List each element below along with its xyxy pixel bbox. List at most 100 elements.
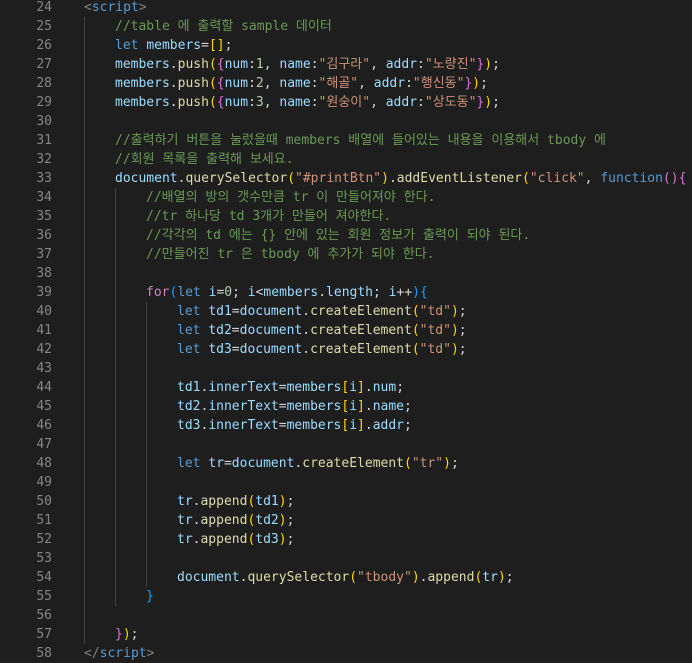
code-token: num (224, 76, 249, 91)
line-number: 41 (36, 323, 52, 338)
line-number: 51 (36, 513, 52, 528)
code-token: td3 (255, 532, 279, 547)
code-line[interactable]: 41 let td2=document.createElement("td"); (0, 321, 692, 340)
code-line[interactable]: 46 td3.innerText=members[i].addr; (0, 416, 692, 435)
code-text: </script> (84, 644, 154, 663)
code-token: = (278, 418, 287, 433)
code-token: () (662, 171, 679, 186)
code-token: script (91, 0, 139, 15)
indent-guide (146, 473, 147, 492)
code-line[interactable]: 35 //tr 하나당 td 3개가 만들어 져야한다. (0, 207, 692, 226)
code-line[interactable]: 27 members.push({num:1, name:"김구라", addr:… (0, 55, 692, 74)
code-token: ) (472, 76, 481, 91)
code-line[interactable]: 32 //회원 목록을 출력해 보세요. (0, 150, 692, 169)
indent-guide (146, 454, 147, 473)
code-token: name (279, 57, 311, 72)
code-line[interactable]: 58 </script> (0, 644, 692, 663)
code-line[interactable]: 30 (0, 112, 692, 131)
code-line[interactable]: 24 <script> (0, 0, 692, 17)
code-line[interactable]: 29 members.push({num:3, name:"원숭이", addr:… (0, 93, 692, 112)
code-line[interactable]: 47 (0, 435, 692, 454)
code-line[interactable]: 40 let td1=document.createElement("td"); (0, 302, 692, 321)
indent-guide (115, 207, 116, 226)
code-editor[interactable]: 24 <script> 25//table 에 출력할 sample 데이터 26 le… (0, 0, 692, 663)
code-line[interactable]: 31 //출력하기 버튼을 눌렀을때 members 배열에 들어있는 내용을 이… (0, 131, 692, 150)
code-token: "click" (529, 171, 585, 186)
code-line[interactable]: 39 for(let i=0; i<members.length; i++){ (0, 283, 692, 302)
code-token: document (231, 456, 295, 471)
indent-guide (115, 340, 116, 359)
code-token: . (364, 418, 373, 433)
code-token: ) (450, 304, 459, 319)
code-line[interactable]: 56 (0, 606, 692, 625)
code-line[interactable]: 26 let members=[]; (0, 36, 692, 55)
code-token: //배열의 방의 갯수만큼 tr 이 만들어져야 한다. (146, 190, 436, 205)
code-line[interactable]: 57}); (0, 625, 692, 644)
code-line[interactable]: 51 tr.append(td2); (0, 511, 692, 530)
code-line[interactable]: 44 td1.innerText=members[i].num; (0, 378, 692, 397)
code-token: "td" (419, 342, 451, 357)
code-token: ) (412, 285, 420, 300)
code-token: addr (385, 95, 418, 110)
code-line[interactable]: 54 document.querySelector("tbody").append… (0, 568, 692, 587)
code-token: ) (484, 95, 493, 110)
indent-guide (84, 359, 85, 378)
code-token: tr (177, 532, 193, 547)
code-token: ) (450, 323, 459, 338)
line-number: 33 (36, 171, 52, 186)
code-token: i (349, 380, 358, 395)
code-token: innerText (208, 399, 279, 414)
code-token: append (200, 532, 248, 547)
code-line[interactable]: 43 (0, 359, 692, 378)
indent-guide (115, 568, 116, 587)
line-number: 46 (36, 418, 52, 433)
indent-guide (84, 112, 85, 131)
line-number: 58 (36, 646, 52, 661)
code-line[interactable]: 42 let td3=document.createElement("td"); (0, 340, 692, 359)
code-text: for(let i=0; i<members.length; i++){ (146, 283, 428, 302)
indent-guide (84, 587, 85, 606)
code-line[interactable]: 33 document.querySelector("#printBtn").ad… (0, 169, 692, 188)
code-token: i (388, 285, 397, 300)
indent-guide (84, 131, 85, 150)
line-number: 50 (36, 494, 52, 509)
code-line[interactable]: 52 tr.append(td3); (0, 530, 692, 549)
code-line[interactable]: 34 //배열의 방의 갯수만큼 tr 이 만들어져야 한다. (0, 188, 692, 207)
code-token: ( (404, 456, 412, 471)
code-line[interactable]: 45 td2.innerText=members[i].name; (0, 397, 692, 416)
code-line[interactable]: 50 tr.append(td1); (0, 492, 692, 511)
code-line[interactable]: 36 //각각의 td 에는 {} 안에 있는 회원 정보가 출력이 되야 된다. (0, 226, 692, 245)
code-token: "해골" (318, 76, 359, 91)
code-token: ) (484, 57, 493, 72)
code-line[interactable]: 28 members.push({num:2, name:"해골", addr:"… (0, 74, 692, 93)
indent-guide (84, 302, 85, 321)
code-line[interactable]: 53 (0, 549, 692, 568)
code-token: = (278, 399, 287, 414)
code-text: document.querySelector("#printBtn").addE… (115, 169, 686, 188)
code-text: let td2=document.createElement("td"); (177, 321, 467, 340)
code-line[interactable]: 49 (0, 473, 692, 492)
code-token: let (177, 342, 209, 357)
code-line[interactable]: 25 //table 에 출력할 sample 데이터 (0, 17, 692, 36)
code-token: ( (411, 304, 420, 319)
code-token: 0 (224, 285, 233, 300)
indent-guide (146, 340, 147, 359)
code-token: addEventListener (396, 171, 523, 186)
indent-guide (84, 150, 85, 169)
indent-guide (84, 530, 85, 549)
indent-guide (84, 264, 85, 283)
code-line[interactable]: 37 //만들어진 tr 은 tbody 에 추가가 되야 한다. (0, 245, 692, 264)
code-token: > (146, 646, 155, 661)
code-line[interactable]: 55} (0, 587, 692, 606)
code-token: . (302, 323, 311, 338)
code-token: ( (208, 76, 217, 91)
code-text: let td1=document.createElement("td"); (177, 302, 467, 321)
indent-guide (115, 454, 116, 473)
code-token: "tr" (411, 456, 444, 471)
code-token: ) (411, 570, 420, 585)
code-token: "원숭이" (318, 95, 371, 110)
code-line[interactable]: 38 (0, 264, 692, 283)
indent-guide (115, 245, 116, 264)
code-line[interactable]: 48 let tr=document.createElement("tr"); (0, 454, 692, 473)
line-number: 56 (36, 608, 52, 623)
